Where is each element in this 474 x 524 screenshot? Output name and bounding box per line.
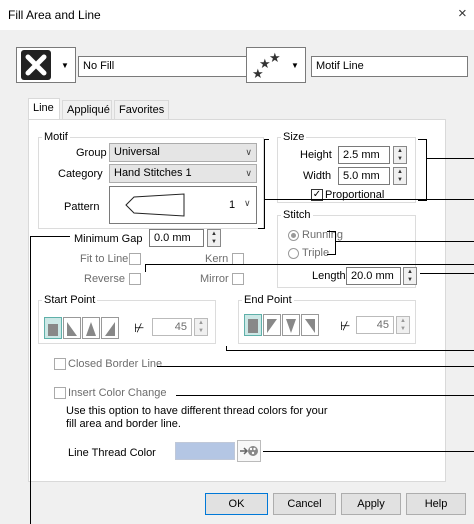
chevron-down-icon: ∨ bbox=[245, 168, 252, 178]
valley-icon bbox=[286, 319, 296, 333]
end-point-title: End Point bbox=[242, 294, 294, 306]
pattern-select[interactable]: 1 ∨ bbox=[109, 186, 257, 224]
running-radio[interactable] bbox=[288, 230, 299, 241]
align-full-icon bbox=[248, 319, 258, 333]
category-label: Category bbox=[58, 168, 103, 180]
line-name-field[interactable]: Motif Line bbox=[311, 56, 468, 77]
pattern-number: 1 bbox=[229, 199, 236, 211]
tab-line[interactable]: Line bbox=[28, 98, 60, 120]
motif-stars-icon: ★ ★ ★ bbox=[252, 51, 281, 82]
group-select[interactable]: Universal ∨ bbox=[109, 143, 257, 162]
height-label: Height bbox=[300, 149, 332, 161]
ramp-icon bbox=[267, 319, 277, 333]
width-spinner[interactable]: ▲ ▼ bbox=[393, 167, 407, 185]
dialog-title: Fill Area and Line bbox=[8, 8, 101, 22]
help-button[interactable]: Help bbox=[406, 493, 466, 515]
ok-button[interactable]: OK bbox=[205, 493, 268, 515]
end-angle-icon: ⊬ bbox=[340, 319, 351, 333]
ramp-right-icon bbox=[305, 319, 315, 333]
end-align-ramp-down-button[interactable] bbox=[301, 314, 319, 336]
cancel-button[interactable]: Cancel bbox=[273, 493, 336, 515]
align-left-icon bbox=[48, 324, 58, 336]
stitch-group-title: Stitch bbox=[281, 209, 313, 221]
fit-to-line-checkbox[interactable] bbox=[129, 253, 141, 265]
width-label: Width bbox=[303, 170, 332, 182]
length-input[interactable]: 20.0 mm bbox=[346, 267, 401, 285]
info-text-line2: fill area and border line. bbox=[66, 418, 181, 430]
line-type-button[interactable]: ★ ★ ★ ▼ bbox=[246, 47, 306, 83]
category-select[interactable]: Hand Stitches 1 ∨ bbox=[109, 164, 257, 183]
start-align-ramp-button[interactable] bbox=[63, 317, 81, 339]
proportional-label: Proportional bbox=[325, 189, 385, 201]
start-angle-input[interactable]: 45 bbox=[152, 318, 192, 336]
reverse-label: Reverse bbox=[84, 273, 125, 285]
start-align-ramp-down-button[interactable] bbox=[101, 317, 119, 339]
apply-button[interactable]: Apply bbox=[341, 493, 401, 515]
chevron-down-icon: ∨ bbox=[245, 147, 252, 157]
start-angle-icon: ⊬ bbox=[134, 321, 145, 335]
height-spinner[interactable]: ▲ ▼ bbox=[393, 146, 407, 164]
fill-name-field[interactable]: No Fill bbox=[78, 56, 249, 77]
pattern-preview bbox=[125, 193, 185, 217]
motif-group-title: Motif bbox=[42, 131, 70, 143]
category-value: Hand Stitches 1 bbox=[114, 167, 192, 179]
ramp-down-icon bbox=[105, 322, 115, 336]
width-input[interactable]: 5.0 mm bbox=[338, 167, 390, 185]
tab-favorites[interactable]: Favorites bbox=[114, 100, 169, 120]
title-bar: Fill Area and Line × bbox=[0, 0, 474, 30]
end-align-left-button[interactable] bbox=[244, 314, 262, 336]
mirror-checkbox[interactable] bbox=[232, 273, 244, 285]
color-picker-button[interactable] bbox=[237, 440, 261, 462]
insert-color-change-label: Insert Color Change bbox=[68, 387, 167, 399]
start-align-left-button[interactable] bbox=[44, 317, 62, 339]
no-fill-icon bbox=[21, 50, 51, 80]
chevron-down-icon: ▼ bbox=[61, 61, 69, 70]
chevron-down-icon: ▼ bbox=[291, 61, 299, 70]
start-align-peak-button[interactable] bbox=[82, 317, 100, 339]
end-angle-spinner[interactable]: ▲ ▼ bbox=[396, 316, 410, 334]
tab-line-label: Line bbox=[33, 102, 54, 114]
start-point-title: Start Point bbox=[42, 294, 98, 306]
group-value: Universal bbox=[114, 146, 160, 158]
length-spinner[interactable]: ▲ ▼ bbox=[403, 267, 417, 285]
start-angle-spinner[interactable]: ▲ ▼ bbox=[194, 318, 208, 336]
ramp-up-icon bbox=[67, 322, 77, 336]
tab-favorites-label: Favorites bbox=[119, 104, 165, 116]
group-label: Group bbox=[76, 147, 107, 159]
height-input[interactable]: 2.5 mm bbox=[338, 146, 390, 164]
dialog-window: Fill Area and Line × ▼ No Fill ★ ★ ★ ▼ M… bbox=[0, 0, 474, 524]
end-angle-input[interactable]: 45 bbox=[356, 316, 394, 334]
mirror-label: Mirror bbox=[200, 273, 229, 285]
min-gap-label: Minimum Gap bbox=[74, 233, 143, 245]
info-text-line1: Use this option to have different thread… bbox=[66, 405, 328, 417]
chevron-down-icon: ∨ bbox=[244, 198, 251, 208]
svg-text:★: ★ bbox=[269, 51, 281, 66]
triple-label: Triple bbox=[302, 247, 330, 259]
end-align-valley-button[interactable] bbox=[282, 314, 300, 336]
end-align-ramp-button[interactable] bbox=[263, 314, 281, 336]
thread-color-label: Line Thread Color bbox=[68, 447, 156, 459]
insert-color-change-checkbox[interactable] bbox=[54, 387, 66, 399]
closed-border-label: Closed Border Line bbox=[68, 358, 163, 370]
triple-radio[interactable] bbox=[288, 248, 299, 259]
min-gap-input[interactable]: 0.0 mm bbox=[149, 229, 204, 247]
min-gap-spinner[interactable]: ▲ ▼ bbox=[207, 229, 221, 247]
thread-color-swatch[interactable] bbox=[175, 442, 235, 460]
pattern-label: Pattern bbox=[64, 201, 100, 213]
fit-to-line-label: Fit to Line bbox=[80, 253, 129, 265]
length-label: Length bbox=[312, 270, 346, 282]
peak-icon bbox=[86, 322, 96, 336]
palette-icon bbox=[240, 446, 258, 456]
closed-border-checkbox[interactable] bbox=[54, 358, 66, 370]
tab-applique-label: Appliqué bbox=[67, 104, 110, 116]
close-icon[interactable]: × bbox=[458, 5, 467, 22]
fill-type-button[interactable]: ▼ bbox=[16, 47, 76, 83]
size-group-title: Size bbox=[281, 131, 307, 143]
tab-applique[interactable]: Appliqué bbox=[62, 100, 112, 120]
reverse-checkbox[interactable] bbox=[129, 273, 141, 285]
